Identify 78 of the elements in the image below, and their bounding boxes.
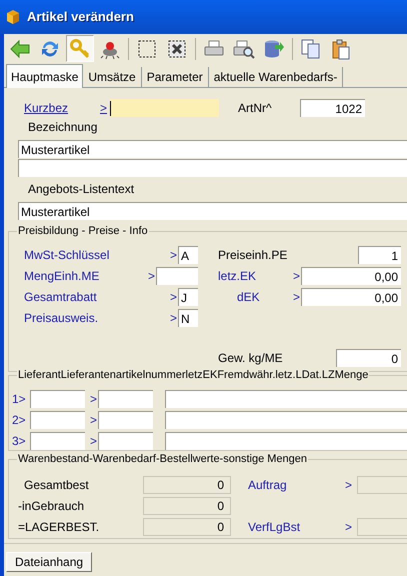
input-field[interactable] [357,518,407,536]
copy-icon [300,38,322,60]
field-label: Angebots-Listentext [28,181,134,198]
input-field[interactable]: 0,00 [301,288,401,306]
field-label: Preisausweis. [24,310,100,327]
readonly-field: 0 [143,497,231,515]
arrow-label: > [90,433,98,450]
kurzbez-field[interactable] [110,99,219,117]
input-field[interactable] [98,411,153,429]
tab[interactable]: Hauptmaske [6,64,84,88]
key-icon [69,38,91,60]
row-number: 1> [12,391,27,408]
group-title: Warenbestand-Warenbedarf-Bestellwerte-sonstige Mengen [17,452,308,466]
input-field[interactable] [30,411,85,429]
delete-icon [166,38,188,60]
group-title: LieferantLieferantenartikelnummerletzEKFremdwähr.letz.LDat.LZMenge [17,368,370,382]
field-label: Gesamtbest [23,477,90,494]
arrow-label: > [293,268,301,285]
input-field[interactable] [156,267,198,285]
field-label: Preiseinh.PE [218,247,288,264]
arrow-label: > [345,519,354,536]
field-label: Gesamtrabatt [24,289,98,306]
field-label: VerfLgBst [248,519,302,536]
arrow-label: > [293,289,301,306]
row-number: 3> [12,433,27,450]
field-label: Gew. kg/ME [218,350,284,367]
database-arrow-icon [263,38,285,60]
group-title: Preisbildung - Preise - Info [17,224,149,238]
tab[interactable]: aktuelle Warenbedarfs- [208,67,344,87]
attachment-button[interactable]: Dateianhang [6,552,92,572]
input-field[interactable] [165,432,407,450]
readonly-field: 0 [143,476,231,494]
input-field[interactable]: 0 [336,349,401,367]
input-field[interactable]: 0,00 [301,267,401,285]
field-label: Auftrag [248,477,288,494]
window-title: Artikel verändern [27,8,134,26]
artnr-field[interactable]: 1022 [300,99,365,117]
key-button[interactable] [66,35,94,62]
row-number: 2> [12,412,27,429]
lookup-link[interactable]: > [100,99,110,117]
input-field[interactable] [98,390,153,408]
field-label: MengEinh.ME [24,268,100,285]
artnr-label: ArtNr^ [238,100,273,117]
arrow-label: > [90,412,98,429]
kurzbez-link[interactable]: Kurzbez [24,99,100,117]
field-label: Bezeichnung [28,119,98,136]
bezeichnung-field[interactable]: Musterartikel [18,140,407,158]
field-label: =LAGERBEST. [18,519,100,536]
arrow-label: > [345,477,354,494]
cube-icon [5,9,21,25]
arrow-label: > [170,289,178,306]
input-field[interactable] [165,411,407,429]
input-field[interactable]: J [178,288,198,306]
print-preview-icon [233,38,255,60]
input-field[interactable]: A [178,246,198,264]
paste-icon [330,38,352,60]
tab[interactable]: Parameter [142,67,209,87]
listentext-field[interactable]: Musterartikel [18,202,407,220]
arrow-label: > [170,247,178,264]
input-field[interactable] [30,432,85,450]
bezeichnung-field[interactable] [18,159,407,177]
readonly-field: 0 [143,518,231,536]
tab[interactable]: Umsätze [83,67,142,87]
input-field[interactable] [30,390,85,408]
input-field[interactable]: N [178,309,198,327]
arrow-label: > [90,391,98,408]
dashed-square-icon [136,38,158,60]
input-field[interactable] [165,390,407,408]
input-field[interactable] [98,432,153,450]
field-label: dEK [237,289,261,306]
arrow-label: > [170,310,178,327]
field-label: MwSt-Schlüssel [24,247,110,264]
input-field[interactable]: 1 [358,246,401,264]
arrow-label: > [148,268,156,285]
arrow-left-icon [9,38,31,60]
input-field[interactable] [357,476,407,494]
field-label: letz.EK [218,268,258,285]
field-label: -inGebrauch [18,498,86,515]
